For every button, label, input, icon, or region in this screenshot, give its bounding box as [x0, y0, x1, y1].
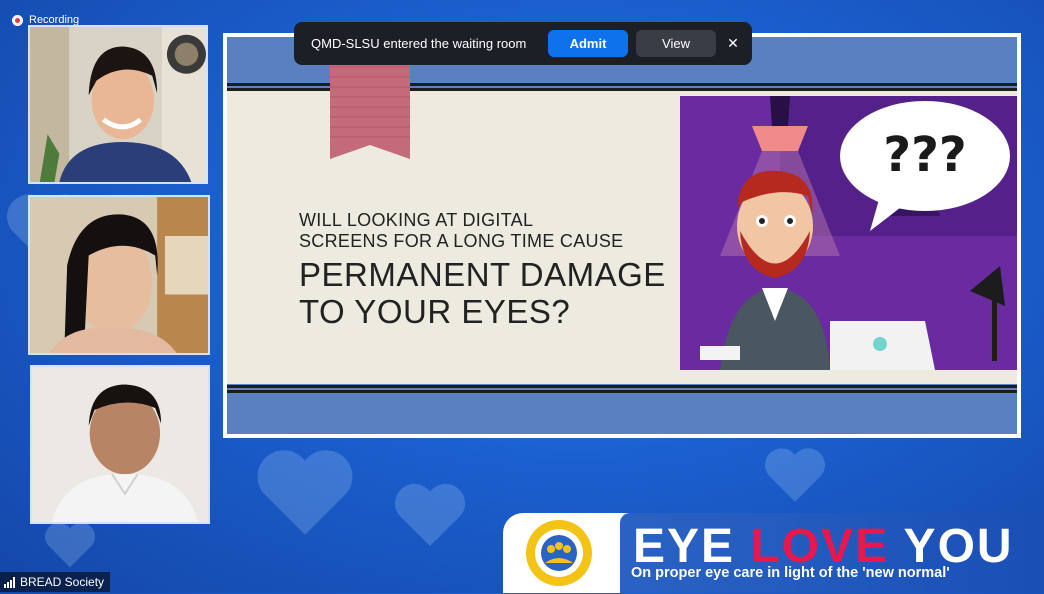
banner-subtitle: On proper eye care in light of the 'new … — [631, 565, 950, 581]
notification-message: QMD-SLSU entered the waiting room — [311, 36, 527, 51]
waiting-room-notification: QMD-SLSU entered the waiting room Admit … — [294, 22, 752, 65]
heart-icon — [40, 520, 100, 570]
close-icon[interactable]: ✕ — [726, 35, 740, 52]
shared-screen: WILL LOOKING AT DIGITAL SCREENS FOR A LO… — [223, 33, 1021, 438]
speaker-name: BREAD Society — [20, 575, 105, 589]
slide-canvas: WILL LOOKING AT DIGITAL SCREENS FOR A LO… — [227, 37, 1017, 434]
speech-bubble-text: ??? — [883, 127, 967, 183]
divider — [227, 390, 1017, 393]
question-line-2: SCREENS FOR A LONG TIME CAUSE — [299, 231, 624, 251]
record-icon — [12, 14, 23, 26]
view-button[interactable]: View — [636, 30, 716, 57]
divider — [227, 385, 1017, 388]
signal-icon — [4, 576, 15, 588]
video-tile-1[interactable] — [28, 25, 208, 184]
admit-button[interactable]: Admit — [548, 30, 628, 57]
confused-man-illustration: ??? — [680, 96, 1017, 370]
question-big-line-1: PERMANENT DAMAGE — [299, 256, 666, 293]
active-speaker-label: BREAD Society — [0, 572, 111, 592]
heart-icon — [250, 445, 360, 540]
slide-bottom-band — [227, 394, 1017, 434]
video-tile-3[interactable] — [30, 365, 210, 524]
event-banner: EYE LOVE YOU On proper eye care in light… — [503, 513, 1044, 593]
heart-icon — [760, 445, 830, 505]
society-logo — [523, 517, 595, 589]
slide-question-big: PERMANENT DAMAGE TO YOUR EYES? — [299, 256, 719, 330]
heart-icon — [390, 480, 470, 550]
question-big-line-2: TO YOUR EYES? — [299, 293, 571, 330]
question-line-1: WILL LOOKING AT DIGITAL — [299, 210, 534, 230]
slide-question-small: WILL LOOKING AT DIGITAL SCREENS FOR A LO… — [299, 210, 719, 252]
video-tile-2[interactable] — [28, 195, 210, 355]
